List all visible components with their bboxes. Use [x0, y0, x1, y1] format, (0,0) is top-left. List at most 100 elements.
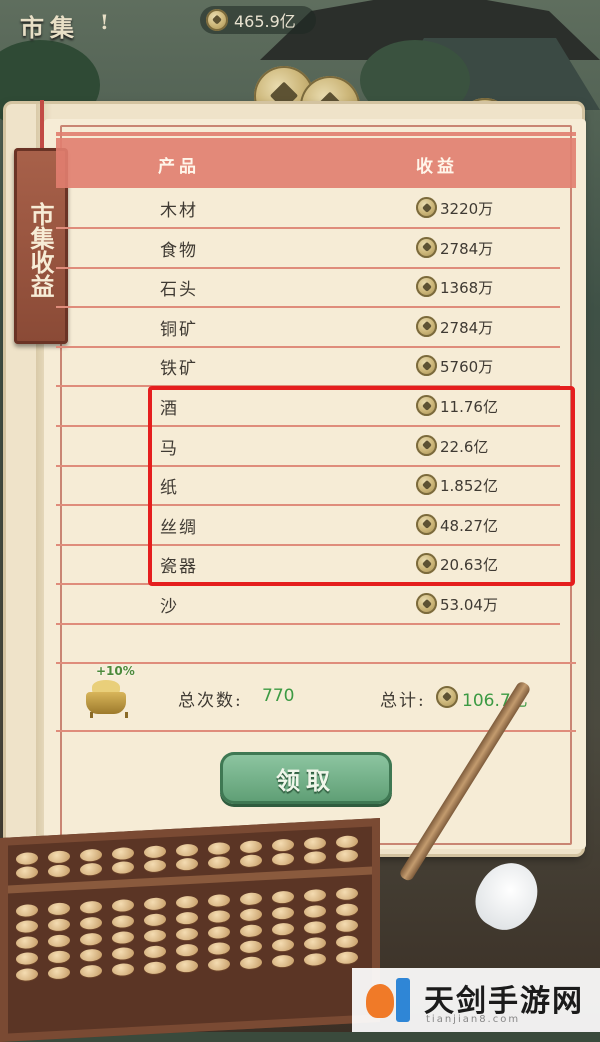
abacus-bead — [272, 890, 294, 904]
abacus-bead — [272, 838, 294, 852]
abacus-bead — [16, 951, 38, 966]
abacus-bead — [272, 852, 294, 866]
abacus-bead — [272, 906, 294, 920]
abacus-bead — [48, 934, 70, 948]
abacus-bead — [144, 961, 166, 975]
abacus-bead — [336, 935, 358, 949]
abacus-bead — [240, 892, 262, 906]
product-name: 沙 — [160, 597, 179, 617]
abacus-bead — [336, 835, 358, 849]
abacus-bead — [272, 954, 294, 968]
page-title: 市集 — [20, 13, 80, 42]
abacus-bead — [240, 940, 262, 954]
abacus-bead — [112, 898, 134, 913]
table-row: 石头 1368万 — [56, 267, 560, 309]
abacus-bead — [48, 864, 70, 878]
coin-icon — [416, 197, 437, 218]
abacus-bead — [304, 850, 326, 865]
abacus-bead — [144, 897, 166, 911]
abacus-bead — [112, 962, 134, 977]
abacus-bead — [336, 903, 358, 917]
abacus-bead — [144, 859, 166, 873]
abacus-bead — [304, 904, 326, 919]
help-icon[interactable]: ! — [100, 10, 109, 34]
abacus-bead — [208, 925, 230, 940]
product-name: 石头 — [160, 280, 198, 301]
abacus-bead — [112, 930, 134, 945]
table-row: 食物 2784万 — [56, 228, 560, 269]
abacus-bead — [208, 841, 230, 856]
abacus-bead — [80, 948, 102, 962]
abacus-bead — [208, 909, 230, 924]
abacus-bead — [240, 924, 262, 938]
abacus-bead — [176, 911, 198, 925]
abacus-bead — [16, 903, 38, 918]
abacus-bead — [304, 936, 326, 951]
abacus-bead — [112, 860, 134, 875]
abacus-bead — [336, 887, 358, 901]
abacus-bead — [336, 951, 358, 965]
abacus-bead — [112, 846, 134, 861]
header-band — [56, 132, 576, 188]
table-header: 产品 收益 — [56, 132, 576, 192]
abacus-bead — [144, 945, 166, 959]
highlight-box — [148, 386, 575, 586]
abacus-bead — [80, 900, 102, 914]
abacus-bead — [304, 888, 326, 903]
table-row: 沙 53.04万 — [56, 584, 560, 625]
abacus-bead — [208, 855, 230, 870]
income-value: 53.04万 — [440, 596, 498, 614]
watermark-url: tianjian8.com — [426, 1014, 521, 1025]
abacus-bead — [208, 893, 230, 908]
abacus-bead — [240, 854, 262, 868]
abacus-bead — [272, 938, 294, 952]
abacus-bead — [48, 850, 70, 864]
coin-icon — [416, 315, 437, 337]
abacus-bead — [304, 952, 326, 967]
product-name: 木材 — [160, 201, 198, 221]
claim-button[interactable]: 领取 — [220, 752, 392, 804]
coin-icon — [416, 276, 437, 298]
count-label: 总次数: — [178, 691, 243, 711]
income-value: 2784万 — [440, 239, 494, 258]
abacus-bead — [304, 836, 326, 851]
product-name: 食物 — [160, 240, 198, 261]
abacus-bead — [16, 967, 38, 982]
bonus-badge: +10% — [96, 664, 135, 678]
abacus-bead — [208, 941, 230, 956]
abacus-bead — [240, 840, 262, 854]
abacus-bead — [80, 964, 102, 978]
total-label: 总计: — [380, 691, 426, 711]
abacus-bead — [48, 950, 70, 964]
abacus-bead — [16, 935, 38, 950]
table-row: 铁矿 5760万 — [56, 346, 560, 388]
coin-icon — [416, 355, 437, 377]
top-bar: 市集 ! 465.9亿 — [0, 0, 600, 48]
header-income: 收益 — [416, 157, 458, 177]
abacus-bead — [144, 845, 166, 859]
abacus-bead — [144, 929, 166, 943]
currency-display: 465.9亿 — [200, 6, 316, 34]
abacus-bead — [48, 918, 70, 932]
abacus-bead — [48, 902, 70, 916]
abacus-bead — [176, 843, 198, 857]
coin-icon — [416, 593, 437, 614]
abacus-bead — [336, 919, 358, 933]
product-name: 铜矿 — [160, 319, 198, 340]
count-value: 770 — [262, 686, 295, 706]
coin-icon — [436, 686, 458, 708]
abacus-bead — [176, 943, 198, 957]
income-value: 5760万 — [440, 358, 494, 377]
abacus-decoration — [0, 818, 380, 1042]
watermark: 天剑手游网 tianjian8.com — [352, 968, 600, 1032]
abacus-bead — [80, 916, 102, 930]
abacus-bead — [176, 927, 198, 941]
watermark-logo-icon — [362, 974, 412, 1024]
coin-icon — [416, 236, 437, 258]
abacus-bead — [112, 914, 134, 929]
currency-value: 465.9亿 — [234, 12, 296, 31]
abacus-bead — [304, 920, 326, 935]
abacus-bead — [80, 848, 102, 862]
abacus-bead — [144, 913, 166, 927]
header-product: 产品 — [158, 157, 200, 177]
